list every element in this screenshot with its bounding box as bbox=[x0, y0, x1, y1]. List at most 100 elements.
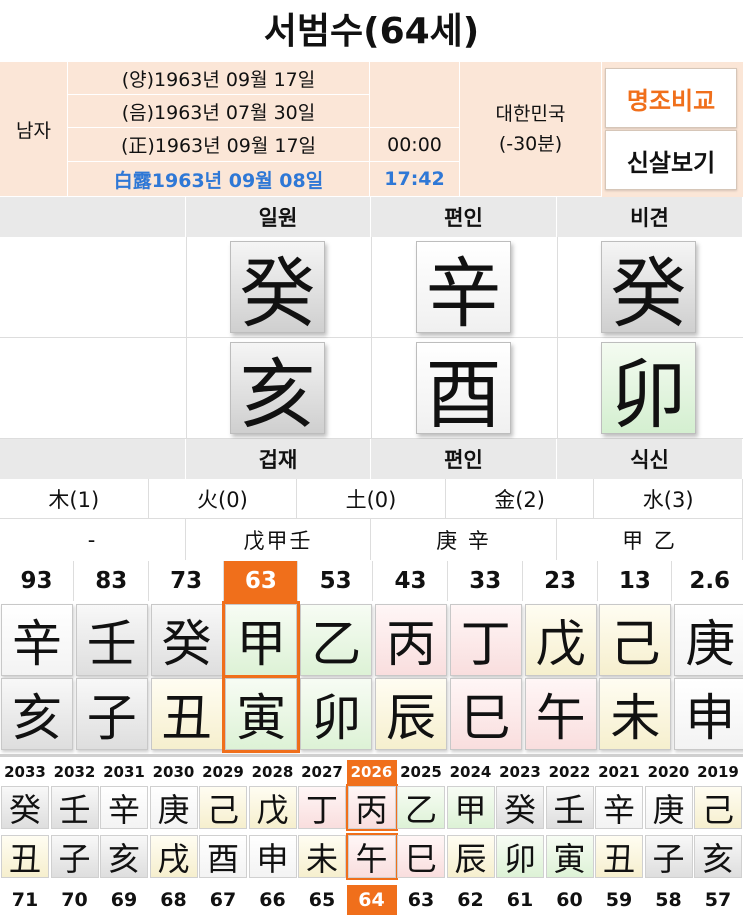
daewoon-stem[interactable]: 甲 bbox=[222, 601, 301, 679]
daewoon-branch[interactable]: 申 bbox=[674, 678, 743, 750]
year-label[interactable]: 2033 bbox=[0, 760, 50, 784]
year-branch[interactable]: 亥 bbox=[100, 835, 148, 878]
year-branch[interactable]: 戌 bbox=[149, 835, 198, 878]
daewoon-branch[interactable]: 子 bbox=[75, 678, 148, 750]
month-stem[interactable]: 辛 bbox=[416, 241, 511, 338]
year-label[interactable]: 2027 bbox=[297, 760, 347, 784]
month-branch[interactable]: 酉 bbox=[416, 342, 511, 439]
year-stem[interactable]: 戊 bbox=[248, 786, 297, 829]
year-branch[interactable]: 酉 bbox=[199, 835, 247, 878]
daewoon-age[interactable]: 83 bbox=[75, 561, 149, 601]
year-branch[interactable]: 子 bbox=[50, 835, 99, 878]
daewoon-branch[interactable]: 午 bbox=[524, 678, 597, 750]
daewoon-branch[interactable]: 丑 bbox=[150, 678, 223, 750]
year-label[interactable]: 2024 bbox=[446, 760, 496, 784]
year-stem[interactable]: 癸 bbox=[601, 241, 696, 338]
daewoon-age[interactable]: 63 bbox=[224, 561, 299, 601]
daewoon-branch[interactable]: 辰 bbox=[375, 678, 447, 750]
year-label[interactable]: 2032 bbox=[50, 760, 100, 784]
daewoon-stem[interactable]: 辛 bbox=[1, 604, 73, 676]
year-stem[interactable]: 甲 bbox=[446, 786, 495, 829]
year-stem[interactable]: 壬 bbox=[50, 786, 99, 829]
daewoon-age[interactable]: 23 bbox=[524, 561, 598, 601]
daewoon-stem[interactable]: 己 bbox=[599, 604, 672, 676]
daewoon-age[interactable]: 2.6 bbox=[673, 561, 743, 601]
year-stem[interactable]: 壬 bbox=[545, 786, 594, 829]
daewoon-branch[interactable]: 亥 bbox=[1, 678, 73, 750]
year-age: 58 bbox=[655, 889, 682, 911]
year-stem[interactable]: 辛 bbox=[595, 786, 643, 829]
year-stem[interactable]: 辛 bbox=[100, 786, 148, 829]
year-age: 68 bbox=[160, 889, 187, 911]
year-label[interactable]: 2026 bbox=[346, 760, 397, 784]
year-branch[interactable]: 卯 bbox=[496, 835, 544, 878]
year-age: 63 bbox=[407, 889, 435, 911]
year-age: 57 bbox=[704, 889, 732, 911]
year-label[interactable]: 2022 bbox=[545, 760, 595, 784]
year-branch[interactable]: 辰 bbox=[446, 835, 495, 878]
year-branch[interactable]: 亥 bbox=[694, 835, 742, 878]
year-stem[interactable]: 癸 bbox=[1, 786, 49, 829]
daewoon-age[interactable]: 33 bbox=[449, 561, 523, 601]
daewoon-branch[interactable]: 未 bbox=[599, 678, 672, 750]
daewoon-age[interactable]: 73 bbox=[150, 561, 224, 601]
year-age: 67 bbox=[209, 889, 237, 911]
year-branch[interactable]: 丑 bbox=[1, 835, 49, 878]
compare-button[interactable]: 명조비교 bbox=[605, 68, 737, 128]
daewoon-branch[interactable]: 巳 bbox=[449, 678, 522, 750]
element-water: 水(3) bbox=[594, 479, 743, 518]
daewoon-stem[interactable]: 庚 bbox=[674, 604, 743, 676]
year-stem[interactable]: 丁 bbox=[298, 786, 346, 829]
year-branch[interactable]: 申 bbox=[248, 835, 297, 878]
year-label[interactable]: 2030 bbox=[149, 760, 199, 784]
year-branch[interactable]: 卯 bbox=[601, 342, 696, 439]
year-stem[interactable]: 庚 bbox=[149, 786, 198, 829]
daewoon-stem[interactable]: 丙 bbox=[375, 604, 447, 676]
year-stem[interactable]: 己 bbox=[694, 786, 742, 829]
element-fire: 火(0) bbox=[149, 479, 298, 518]
year-label[interactable]: 2021 bbox=[594, 760, 644, 784]
year-label[interactable]: 2031 bbox=[99, 760, 149, 784]
daewoon-branch[interactable]: 寅 bbox=[222, 675, 301, 753]
daewoon-age[interactable]: 53 bbox=[299, 561, 374, 601]
year-branch[interactable]: 未 bbox=[298, 835, 346, 878]
daewoon-stem[interactable]: 丁 bbox=[449, 604, 522, 676]
grid-divider bbox=[186, 237, 187, 439]
year-label[interactable]: 2023 bbox=[495, 760, 545, 784]
year-label[interactable]: 2025 bbox=[396, 760, 446, 784]
year-stem[interactable]: 丙 bbox=[345, 784, 398, 831]
daewoon-stem[interactable]: 戊 bbox=[524, 604, 597, 676]
year-stem[interactable]: 庚 bbox=[644, 786, 693, 829]
bottom-label-day: 겁재 bbox=[186, 439, 371, 479]
daewoon-stem[interactable]: 乙 bbox=[300, 604, 373, 676]
year-label[interactable]: 2019 bbox=[693, 760, 743, 784]
year-stem[interactable]: 己 bbox=[199, 786, 247, 829]
year-label[interactable]: 2020 bbox=[644, 760, 694, 784]
daewoon-stem[interactable]: 壬 bbox=[75, 604, 148, 676]
year-stem[interactable]: 乙 bbox=[397, 786, 445, 829]
year-age: 71 bbox=[11, 889, 39, 911]
element-count-row: 木(1) 火(0) 土(0) 金(2) 水(3) bbox=[0, 479, 743, 519]
solar-date: (양)1963년 09월 17일 bbox=[68, 62, 370, 95]
hidden-stem-row: - 戊甲壬 庚 辛 甲 乙 bbox=[0, 519, 743, 560]
year-branch[interactable]: 午 bbox=[345, 833, 398, 880]
daewoon-stem[interactable]: 癸 bbox=[150, 604, 223, 676]
top-label-empty bbox=[0, 197, 186, 237]
year-branch[interactable]: 丑 bbox=[595, 835, 643, 878]
year-age: 65 bbox=[308, 889, 336, 911]
country-info: 대한민국 (-30분) bbox=[460, 62, 602, 197]
year-branch[interactable]: 子 bbox=[644, 835, 693, 878]
year-label[interactable]: 2028 bbox=[248, 760, 298, 784]
day-branch[interactable]: 亥 bbox=[230, 342, 325, 439]
year-label[interactable]: 2029 bbox=[198, 760, 248, 784]
year-stem[interactable]: 癸 bbox=[496, 786, 544, 829]
sinsal-button[interactable]: 신살보기 bbox=[605, 130, 737, 190]
day-stem[interactable]: 癸 bbox=[230, 241, 325, 338]
daewoon-branch[interactable]: 卯 bbox=[300, 678, 373, 750]
daewoon-age[interactable]: 93 bbox=[0, 561, 74, 601]
year-age: 62 bbox=[457, 889, 484, 911]
daewoon-age[interactable]: 13 bbox=[598, 561, 673, 601]
year-branch[interactable]: 巳 bbox=[397, 835, 445, 878]
daewoon-age[interactable]: 43 bbox=[374, 561, 448, 601]
year-branch[interactable]: 寅 bbox=[545, 835, 594, 878]
